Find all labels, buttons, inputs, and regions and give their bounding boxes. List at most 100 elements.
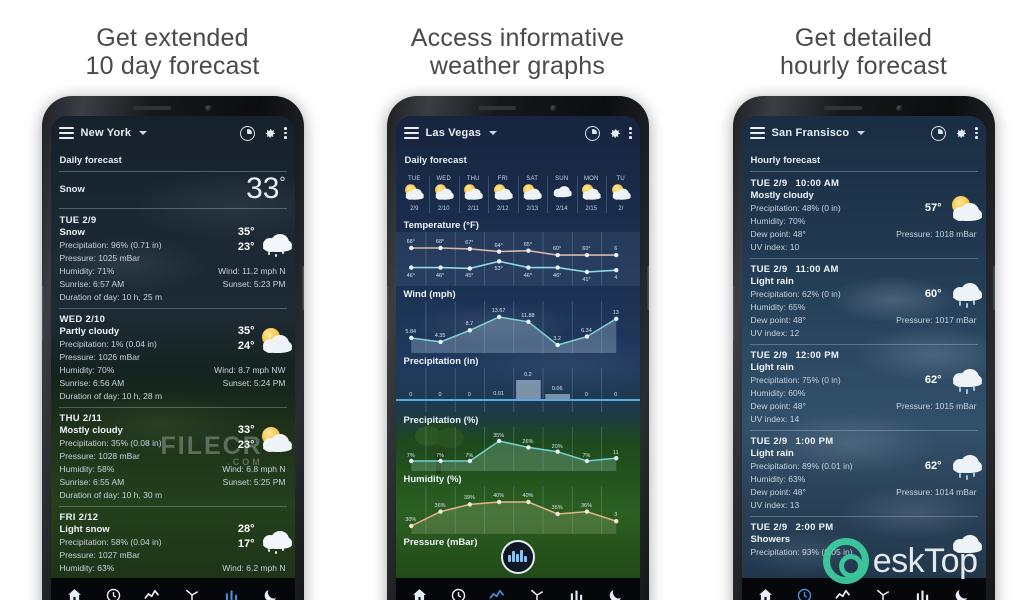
headline-line1: Get extended [96, 24, 249, 52]
day-low: 23° [237, 241, 255, 253]
section-title-daily: Daily forecast [404, 155, 467, 166]
hour-dewpoint: Dew point: 48° [750, 487, 806, 497]
menu-icon[interactable] [403, 127, 419, 139]
city-name-1[interactable]: New York [81, 127, 132, 139]
strip-day-name: THU [466, 176, 480, 182]
chart-point-label: 0 [584, 392, 588, 398]
nav-clock-icon[interactable] [448, 585, 468, 600]
nav-bars-icon[interactable] [221, 585, 241, 600]
headline-line1: Access informative [410, 24, 625, 52]
radar-icon[interactable] [930, 125, 946, 141]
table-row[interactable]: TUE 2/9 Snow Precipitation: 96% (0.71 in… [51, 209, 295, 308]
chart-point-label: 0.2 [524, 372, 532, 378]
strip-day-name: MON [583, 176, 599, 182]
chart-title: Temperature (°F) [403, 220, 479, 231]
chart-point-label: 35% [493, 433, 505, 439]
hour-humidity: Humidity: 65% [750, 302, 806, 312]
hourly-forecast-content[interactable]: Hourly forecast TUE 2/9 10:00 AM Mostly c… [742, 150, 986, 600]
front-camera-icon [896, 104, 903, 112]
snow-cloud-icon [257, 524, 293, 554]
bottom-nav-3[interactable] [741, 578, 986, 600]
hour-humidity: Humidity: 63% [750, 474, 806, 484]
nav-moon-icon[interactable] [606, 585, 626, 600]
nav-chart-line-icon[interactable] [488, 585, 508, 600]
city-name-2[interactable]: Las Vegas [426, 127, 482, 139]
list-item[interactable]: WED 2/10 [429, 174, 459, 215]
nav-moon-icon[interactable] [952, 585, 972, 600]
day-sunrise: Sunrise: 6:57 AM [59, 279, 125, 289]
summary-fab-button[interactable] [500, 540, 535, 574]
chart-point-label: 0 [438, 392, 442, 398]
table-row[interactable]: TUE 2/9 10:00 AM Mostly cloudy Precipitat… [742, 172, 986, 258]
list-item[interactable]: TUE 2/9 [400, 174, 430, 215]
overflow-menu-icon[interactable] [628, 127, 632, 139]
chart-precipitation-pct[interactable]: Precipitation (%) 7% 7% 7% 35% 26% 20% 7% 11 [396, 412, 640, 471]
chart-point-label: 30% [405, 517, 417, 523]
overflow-menu-icon[interactable] [283, 127, 287, 139]
nav-chart-line-icon[interactable] [143, 585, 163, 600]
nav-wind-icon[interactable] [873, 585, 893, 600]
chart-temperature[interactable]: Temperature (°F) 68° 68° 67° 64° 65° 60° 60° 6 4… [395, 217, 640, 286]
day-pressure: Pressure: 1026 mBar [59, 352, 140, 362]
nav-clock-icon[interactable] [103, 585, 123, 600]
nav-chart-line-icon[interactable] [834, 585, 854, 600]
chart-point-label: 0 [467, 392, 471, 398]
sun-cloud-icon [520, 183, 544, 205]
nav-wind-icon[interactable] [182, 585, 202, 600]
table-row[interactable]: WED 2/10 Partly cloudy Precipitation: 1%… [51, 308, 295, 407]
gear-icon[interactable] [953, 126, 968, 141]
radar-icon[interactable] [239, 125, 255, 141]
list-item[interactable]: THU 2/11 [458, 174, 489, 215]
hour-time: 2:00 PM [795, 522, 834, 533]
nav-home-icon[interactable] [755, 585, 775, 600]
nav-home-icon[interactable] [64, 585, 84, 600]
hour-date: TUE 2/9 [750, 178, 788, 189]
table-row[interactable]: FRI 2/12 Light snow Precipitation: 58% (… [51, 506, 295, 579]
chevron-down-icon[interactable] [489, 131, 498, 135]
promo-stage: Get extended 10 day forecast New York Da… [0, 0, 1036, 600]
chart-wind[interactable]: Wind (mph) 5.84 4.35 8.7 13.67 11.88 3.2 6.34 1… [396, 286, 640, 353]
nav-home-icon[interactable] [409, 585, 429, 600]
current-temperature: 33° [246, 174, 285, 204]
menu-icon[interactable] [58, 127, 74, 139]
table-row[interactable]: TUE 2/9 2:00 PM Showers Precipitation: 93… [742, 516, 986, 563]
radar-icon[interactable] [584, 125, 600, 141]
nav-bars-icon[interactable] [912, 585, 932, 600]
list-item[interactable]: FRI 2/12 [488, 174, 518, 215]
bottom-nav-2[interactable] [395, 578, 640, 600]
overflow-menu-icon[interactable] [974, 127, 978, 139]
day-precipitation: Precipitation: 35% (0.08 in) [59, 438, 162, 448]
list-item[interactable]: TU 2/ [606, 174, 636, 215]
strip-day-name: TU [616, 176, 625, 182]
chevron-down-icon[interactable] [857, 131, 866, 135]
day-precipitation: Precipitation: 1% (0.04 in) [59, 339, 157, 349]
front-camera-icon [550, 104, 557, 112]
hour-condition: Light rain [750, 276, 794, 287]
list-item[interactable]: SUN 2/14 [547, 174, 577, 215]
table-row[interactable]: TUE 2/9 12:00 PM Light rain Precipitation… [742, 344, 986, 430]
gear-icon[interactable] [607, 126, 622, 141]
menu-icon[interactable] [749, 127, 765, 139]
table-row[interactable]: TUE 2/9 1:00 PM Light rain Precipitation:… [742, 430, 986, 516]
daily-strip[interactable]: TUE 2/9 WED 2/10 THU 2/11 FRI 2/12 SAT 2… [396, 171, 640, 217]
chart-humidity[interactable]: Humidity (%) 30% 36% 39% 40% 40% 35% 36% 3 [396, 471, 640, 534]
gear-icon[interactable] [262, 126, 277, 141]
day-wind: Wind: 11.2 mph N [218, 266, 286, 276]
day-high: 35° [237, 226, 255, 238]
nav-clock-icon[interactable] [794, 585, 814, 600]
chart-point-label: 3.2 [553, 336, 561, 342]
hour-temperature: 62° [924, 460, 942, 472]
list-item[interactable]: MON 2/15 [576, 174, 607, 215]
nav-moon-icon[interactable] [261, 585, 281, 600]
table-row[interactable]: THU 2/11 Mostly cloudy Precipitation: 35… [51, 407, 295, 506]
nav-bars-icon[interactable] [566, 585, 586, 600]
graphs-content[interactable]: Daily forecast TUE 2/9 WED 2/10 THU 2/11… [395, 150, 640, 600]
chart-precipitation-in[interactable]: Precipitation (in) 0 0 0 0.01 0.2 0.06 0 0 [395, 353, 640, 412]
chevron-down-icon[interactable] [139, 131, 148, 135]
nav-wind-icon[interactable] [527, 585, 547, 600]
city-name-3[interactable]: San Fransisco [772, 127, 850, 139]
bottom-nav-1[interactable] [50, 578, 295, 600]
daily-forecast-content[interactable]: Daily forecast Snow 33° TUE 2/9 Snow Pre… [51, 150, 295, 600]
list-item[interactable]: SAT 2/13 [517, 174, 548, 215]
table-row[interactable]: TUE 2/9 11:00 AM Light rain Precipitation… [742, 258, 986, 344]
